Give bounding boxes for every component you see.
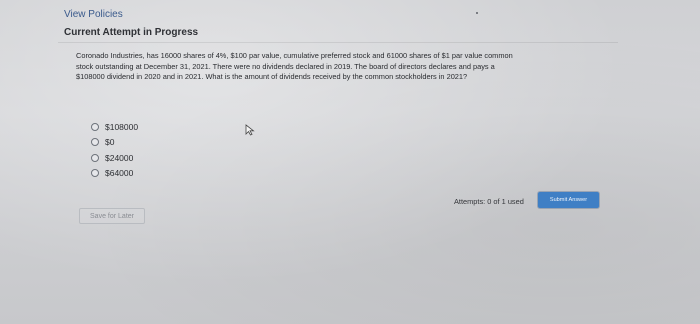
mouse-pointer-icon [245, 124, 255, 136]
question-line-2: stock outstanding at December 31, 2021. … [76, 61, 495, 71]
attempts-counter: Attempts: 0 of 1 used [454, 197, 524, 206]
answer-option-1[interactable]: $108000 [91, 119, 138, 135]
question-line-3: $108000 dividend in 2020 and in 2021. Wh… [76, 72, 468, 81]
answer-option-label: $64000 [105, 168, 134, 179]
answer-option-4[interactable]: $64000 [91, 166, 138, 182]
answer-options: $108000 $0 $24000 $64000 [91, 119, 138, 181]
answer-option-label: $108000 [105, 121, 139, 132]
radio-unchecked-icon[interactable] [91, 169, 99, 178]
radio-unchecked-icon[interactable] [91, 122, 99, 131]
question-text: Coronado Industries, has 16000 shares of… [76, 51, 606, 83]
answer-option-label: $0 [105, 137, 115, 148]
speck [476, 12, 478, 14]
screen: View Policies Current Attempt in Progres… [0, 0, 700, 324]
divider [58, 42, 618, 43]
answer-option-3[interactable]: $24000 [91, 150, 138, 166]
submit-answer-button[interactable]: Submit Answer [538, 192, 599, 208]
radio-unchecked-icon[interactable] [91, 153, 99, 162]
save-for-later-button[interactable]: Save for Later [79, 208, 145, 224]
question-line-1: Coronado Industries, has 16000 shares of… [76, 51, 513, 60]
view-policies-link[interactable]: View Policies [64, 9, 123, 20]
radio-unchecked-icon[interactable] [91, 138, 99, 147]
answer-option-2[interactable]: $0 [91, 135, 138, 151]
attempt-status-heading: Current Attempt in Progress [64, 27, 199, 38]
answer-option-label: $24000 [105, 152, 134, 163]
